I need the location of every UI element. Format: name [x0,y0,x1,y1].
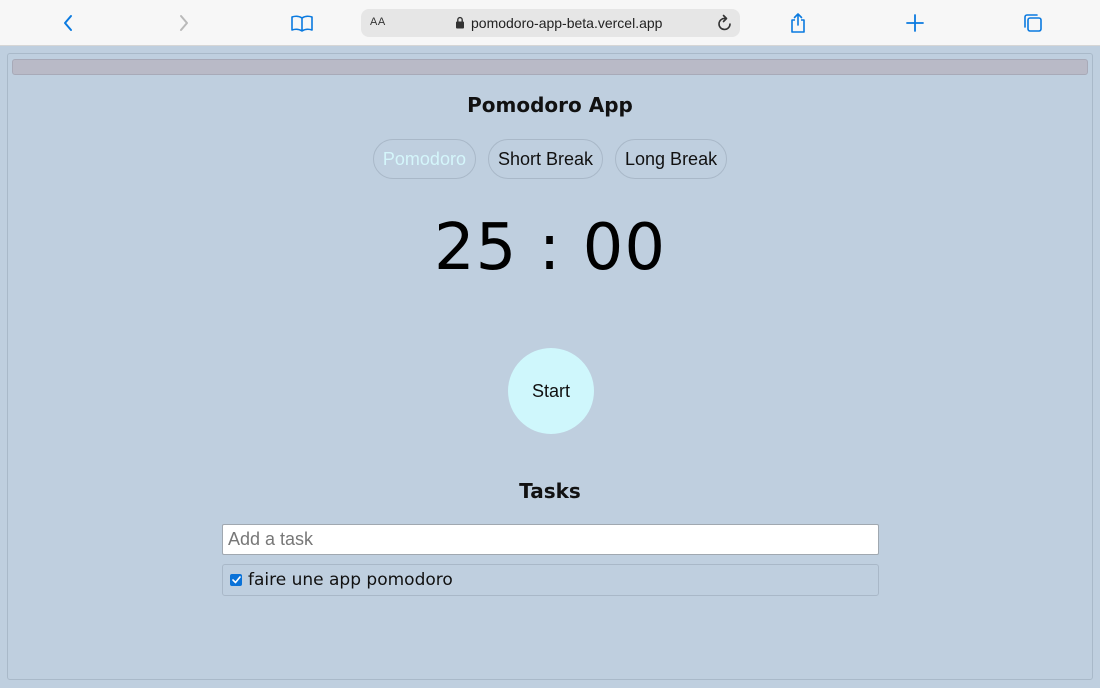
forward-button[interactable] [170,9,198,37]
back-button[interactable] [54,9,82,37]
pomodoro-mode-button[interactable]: Pomodoro [372,139,476,179]
task-item: faire une app pomodoro [222,564,879,596]
reload-icon[interactable] [717,14,733,32]
url-text: pomodoro-app-beta.vercel.app [471,15,663,31]
browser-toolbar: AA pomodoro-app-beta.vercel.app [0,0,1100,46]
chevron-right-icon [180,15,188,31]
app-title: Pomodoro App [467,93,633,117]
pomodoro-app: Pomodoro App Pomodoro Short Break Long B… [7,53,1093,680]
tabs-icon [1024,14,1042,32]
add-task-input[interactable] [222,524,879,555]
task-text: faire une app pomodoro [248,570,453,590]
book-icon [291,15,313,32]
start-button[interactable]: Start [508,348,594,434]
tabs-overview-button[interactable] [1019,9,1047,37]
chevron-left-icon [64,15,72,31]
text-size-button[interactable]: AA [370,16,386,28]
short-break-mode-button[interactable]: Short Break [487,139,604,179]
address-bar[interactable]: AA pomodoro-app-beta.vercel.app [361,9,740,37]
lock-icon [456,16,464,29]
mode-selector: Pomodoro Short Break Long Break [8,139,1092,179]
bookmarks-button[interactable] [288,9,316,37]
share-button[interactable] [784,9,812,37]
task-checkbox[interactable] [230,574,242,586]
tasks-heading: Tasks [519,479,581,503]
long-break-mode-button[interactable]: Long Break [615,139,728,179]
share-icon [791,13,805,33]
checkmark-icon [231,576,241,584]
new-tab-button[interactable] [901,9,929,37]
plus-icon [906,14,924,32]
progress-bar [12,59,1088,75]
timer-display: 25 : 00 [433,211,667,285]
